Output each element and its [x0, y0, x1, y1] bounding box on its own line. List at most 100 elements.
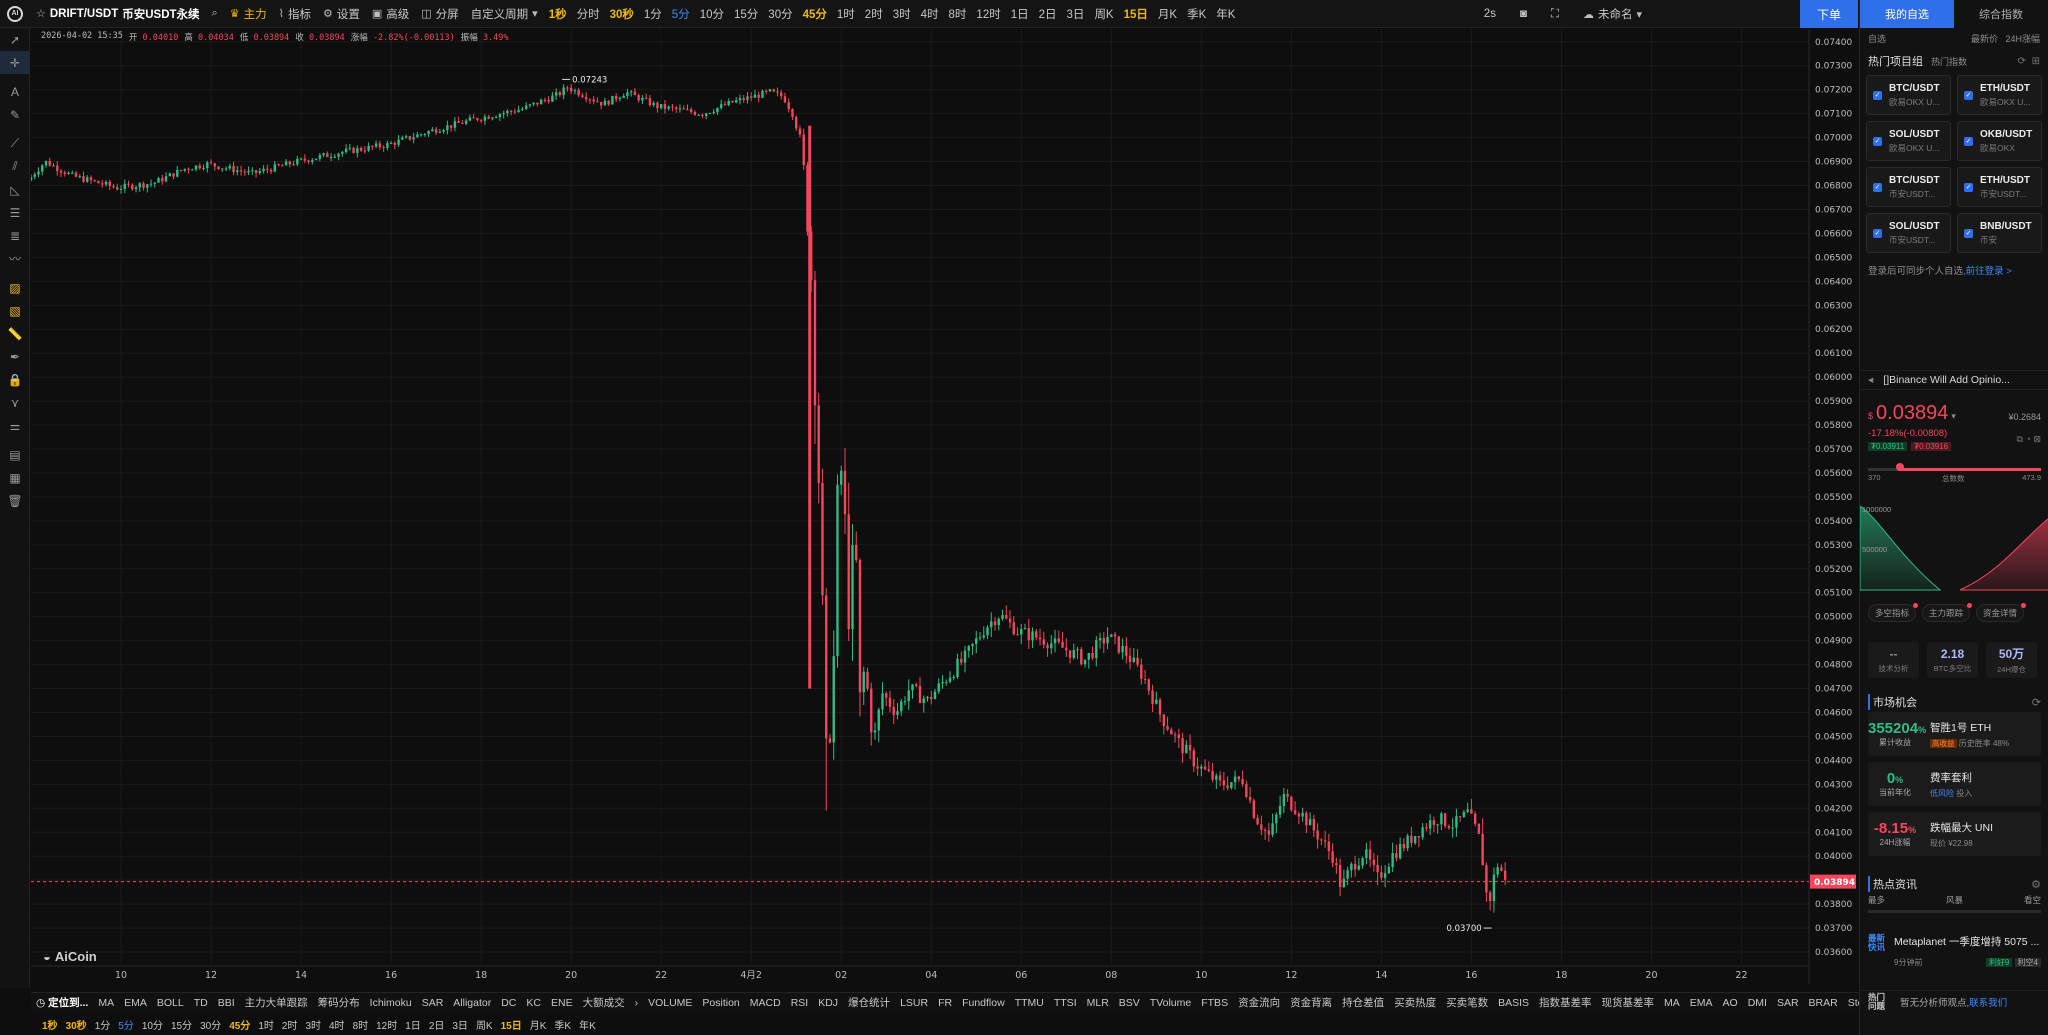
sub-indicator-7[interactable]: FR: [933, 997, 957, 1009]
pen-icon[interactable]: ✒: [0, 345, 30, 368]
timeframe-22[interactable]: 年K: [1211, 6, 1240, 22]
price-chart[interactable]: 0.07400 0.07300 0.07200 0.07100 0.07000 0.069…: [29, 29, 1858, 985]
login-link[interactable]: 前往登录 >: [1966, 266, 2012, 277]
account-menu[interactable]: ☁ 未命名 ▾: [1577, 0, 1648, 28]
refresh-icon[interactable]: ⟳: [2032, 696, 2041, 709]
timeframe-12[interactable]: 4时: [916, 6, 944, 22]
settings-icon[interactable]: ⚙: [2031, 878, 2041, 891]
custom-period-dropdown[interactable]: 自定义周期 ▾: [465, 0, 544, 28]
sub-indicator-24[interactable]: EMA: [1685, 997, 1718, 1009]
analysis-pill-1[interactable]: 主力跟踪: [1922, 603, 1973, 622]
timeframe-0[interactable]: 1秒: [544, 6, 572, 22]
bottom-timeframe-18[interactable]: 周K: [472, 1017, 497, 1032]
bottom-timeframe-3[interactable]: 1分: [91, 1017, 115, 1032]
checkbox-checked-icon[interactable]: ✓: [1873, 182, 1882, 192]
indicator-button[interactable]: ⌇ 指标: [273, 0, 317, 28]
bottom-timeframe-15[interactable]: 1日: [401, 1017, 425, 1032]
bottom-timeframe-17[interactable]: 3日: [448, 1017, 472, 1032]
lock-icon[interactable]: 🔒: [0, 368, 30, 391]
triangle-tool-icon[interactable]: ◺: [0, 178, 30, 201]
hot-item-card[interactable]: ✓ OKB/USDT 欧易OKX: [1957, 121, 2042, 161]
pattern-tool-icon[interactable]: ▨: [0, 276, 30, 299]
bottom-timeframe-10[interactable]: 2时: [278, 1017, 302, 1032]
bottom-timeframe-2[interactable]: 30秒: [62, 1017, 91, 1032]
sub-indicator-19[interactable]: 买卖笔数: [1441, 995, 1493, 1010]
timeframe-19[interactable]: 15日: [1119, 6, 1153, 22]
timeframe-5[interactable]: 10分: [695, 6, 729, 22]
star-icon[interactable]: ☆: [36, 7, 46, 20]
sub-indicator-26[interactable]: DMI: [1743, 997, 1772, 1009]
hot-item-card[interactable]: ✓ BTC/USDT 币安USDT...: [1866, 167, 1951, 207]
crosshair-icon[interactable]: ✛: [0, 51, 30, 74]
refresh-icon[interactable]: ⟳: [2018, 56, 2026, 67]
hot-item-card[interactable]: ✓ BTC/USDT 欧易OKX U...: [1866, 75, 1951, 115]
checkbox-checked-icon[interactable]: ✓: [1873, 136, 1882, 146]
hot-item-card[interactable]: ✓ SOL/USDT 币安USDT...: [1866, 213, 1951, 253]
sub-indicator-17[interactable]: 持仓差值: [1337, 995, 1389, 1010]
checkbox-checked-icon[interactable]: ✓: [1964, 90, 1973, 100]
main-indicator-5[interactable]: 主力大单跟踪: [240, 995, 313, 1010]
hot-news-tab-2[interactable]: 看空: [2024, 894, 2041, 906]
sub-indicator-18[interactable]: 买卖热度: [1389, 995, 1441, 1010]
bottom-timeframe-12[interactable]: 4时: [325, 1017, 349, 1032]
checkbox-checked-icon[interactable]: ✓: [1964, 136, 1973, 146]
refresh-rate[interactable]: 2s: [1478, 0, 1502, 28]
place-order-button[interactable]: 下单: [1800, 0, 1858, 28]
timeframe-7[interactable]: 30分: [763, 6, 797, 22]
main-indicator-10[interactable]: DC: [496, 997, 521, 1009]
timeframe-4[interactable]: 5分: [667, 6, 695, 22]
bottom-timeframe-8[interactable]: 45分: [225, 1017, 254, 1032]
timeframe-13[interactable]: 8时: [944, 6, 972, 22]
trash-icon[interactable]: 🗑: [0, 489, 30, 512]
sub-indicator-3[interactable]: RSI: [786, 997, 814, 1009]
wave-tool-icon[interactable]: 〰: [0, 247, 30, 270]
timeframe-14[interactable]: 12时: [971, 6, 1005, 22]
cursor-icon[interactable]: ➚: [0, 28, 30, 51]
main-indicator-4[interactable]: BBI: [213, 997, 240, 1009]
contact-us-link[interactable]: 联系我们: [1969, 998, 2007, 1009]
checkbox-checked-icon[interactable]: ✓: [1873, 228, 1882, 238]
sub-indicator-9[interactable]: TTMU: [1010, 997, 1049, 1009]
template-icon[interactable]: ▦: [0, 466, 30, 489]
checkbox-checked-icon[interactable]: ✓: [1964, 182, 1973, 192]
expand-icon[interactable]: ⊠: [2033, 434, 2041, 444]
sub-indicator-14[interactable]: FTBS: [1196, 997, 1233, 1009]
bottom-timeframe-11[interactable]: 3时: [301, 1017, 325, 1032]
bottom-timeframe-9[interactable]: 1时: [254, 1017, 278, 1032]
sub-indicator-27[interactable]: SAR: [1772, 997, 1804, 1009]
analysis-pill-2[interactable]: 资金详情: [1976, 603, 2027, 622]
main-indicator-11[interactable]: KC: [521, 997, 546, 1009]
sub-indicator-28[interactable]: BRAR: [1804, 997, 1843, 1009]
stat-card[interactable]: -- 技术分析: [1868, 642, 1919, 678]
fib-tool-icon[interactable]: ≣: [0, 224, 30, 247]
hot-item-card[interactable]: ✓ BNB/USDT 币安: [1957, 213, 2042, 253]
sub-indicator-15[interactable]: 资金流向: [1233, 995, 1285, 1010]
sub-indicator-0[interactable]: VOLUME: [643, 997, 697, 1009]
timeframe-16[interactable]: 2日: [1034, 6, 1062, 22]
sub-indicator-1[interactable]: Position: [697, 997, 744, 1009]
tab-composite-index[interactable]: 综合指数: [1954, 0, 2048, 28]
candlestick-chart[interactable]: 0.07400 0.07300 0.07200 0.07100 0.07000 0.069…: [29, 29, 1858, 985]
opportunity-card[interactable]: 0% 当前年化 费率套利 低风险 投入: [1868, 762, 2041, 806]
sub-indicator-6[interactable]: LSUR: [895, 997, 933, 1009]
timeframe-1[interactable]: 分时: [572, 6, 605, 22]
bottom-timeframe-6[interactable]: 15分: [167, 1017, 196, 1032]
bottom-timeframe-5[interactable]: 10分: [138, 1017, 167, 1032]
sub-indicator-21[interactable]: 指数基差率: [1534, 995, 1597, 1010]
timeframe-9[interactable]: 1时: [832, 6, 860, 22]
alert-icon[interactable]: ◔: [2026, 434, 2031, 444]
timeframe-8[interactable]: 45分: [798, 6, 832, 22]
add-icon[interactable]: ⊞: [2032, 56, 2040, 67]
bottom-timeframe-4[interactable]: 5分: [114, 1017, 138, 1032]
ray-tool-icon[interactable]: ⫽: [0, 155, 30, 178]
timeframe-17[interactable]: 3日: [1062, 6, 1090, 22]
checkbox-checked-icon[interactable]: ✓: [1873, 90, 1882, 100]
timeframe-6[interactable]: 15分: [729, 6, 763, 22]
news-ticker[interactable]: ◂ []Binance Will Add Opinio...: [1860, 370, 2048, 390]
advanced-button[interactable]: ▣ 高级: [366, 0, 415, 28]
chevron-right-icon[interactable]: ›: [630, 997, 644, 1009]
main-indicator-7[interactable]: Ichimoku: [365, 997, 417, 1009]
timeframe-10[interactable]: 2时: [860, 6, 888, 22]
sub-indicator-2[interactable]: MACD: [745, 997, 786, 1009]
sub-indicator-10[interactable]: TTSI: [1049, 997, 1082, 1009]
